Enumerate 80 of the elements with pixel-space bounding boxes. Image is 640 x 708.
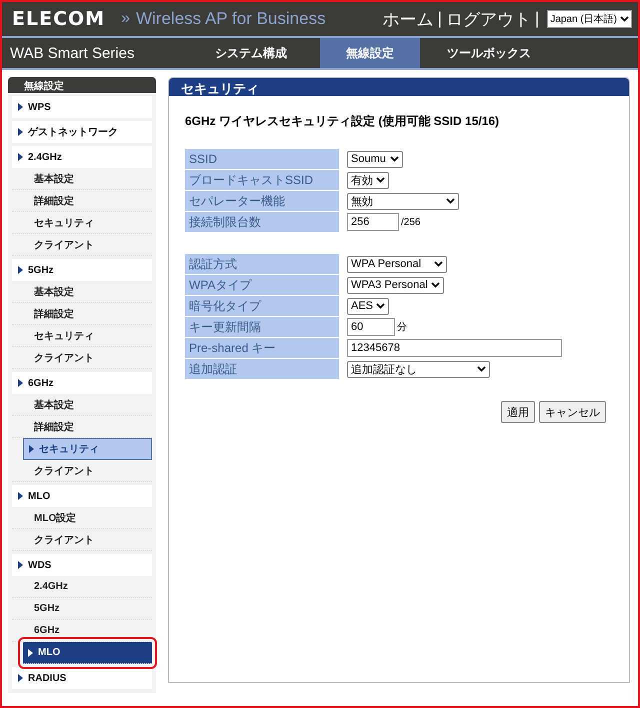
sidebar-item[interactable]: 2.4GHz — [12, 576, 152, 598]
dropdown[interactable]: AES — [347, 298, 389, 314]
language-select[interactable]: Japan (日本語) — [547, 10, 632, 28]
chevron-icon — [446, 198, 455, 204]
field-label: キー更新間隔 — [185, 317, 339, 337]
sidebar-group[interactable]: WDS — [12, 554, 152, 576]
field-label: WPAタイプ — [185, 275, 339, 295]
input-field[interactable]: 60 — [347, 318, 395, 336]
nav-tab[interactable]: 無線設定 — [320, 38, 420, 68]
panel-title: セキュリティ — [169, 78, 629, 96]
separator-text: | — [534, 9, 540, 29]
chevron-icon — [477, 366, 486, 372]
input-field[interactable]: 256 — [347, 213, 399, 231]
field-label: 追加認証 — [185, 359, 339, 379]
form-button[interactable]: 適用 — [501, 401, 535, 423]
sidebar-group[interactable]: ゲストネットワーク — [12, 121, 152, 143]
sidebar-group[interactable]: 2.4GHz — [12, 146, 152, 168]
chevron-icon — [431, 282, 440, 288]
triangle-icon — [18, 266, 23, 274]
triangle-icon — [18, 379, 23, 387]
section-heading: 6GHz ワイヤレスセキュリティ設定 (使用可能 SSID 15/16) — [185, 113, 500, 130]
chevron-icon — [376, 303, 385, 309]
header-link[interactable]: ログアウト — [446, 8, 531, 30]
dropdown[interactable]: Soumu — [347, 150, 403, 168]
dropdown[interactable]: 無効 — [347, 192, 459, 210]
chevron-icon — [390, 156, 399, 162]
field-label: セパレーター機能 — [185, 191, 339, 211]
header-link[interactable]: ホーム — [382, 8, 434, 30]
triangle-icon — [28, 648, 33, 656]
form-button[interactable]: キャンセル — [539, 401, 606, 423]
nav-tab[interactable]: システム構成 — [202, 38, 300, 68]
sidebar-item[interactable]: クライアント — [12, 234, 152, 256]
series-name: WAB Smart Series — [9, 44, 136, 62]
sidebar-item[interactable]: セキュリティ — [23, 438, 152, 460]
sidebar-item[interactable]: 詳細設定 — [12, 190, 152, 212]
breadcrumb-separator: » — [121, 10, 130, 28]
dropdown[interactable]: 追加認証なし — [347, 360, 490, 378]
sidebar-group[interactable]: 5GHz — [12, 259, 152, 281]
sidebar-item[interactable]: 詳細設定 — [12, 303, 152, 325]
triangle-icon — [29, 445, 34, 453]
sidebar-group[interactable]: RADIUS — [12, 667, 152, 689]
sidebar-title: 無線設定 — [8, 77, 156, 93]
triangle-icon — [18, 103, 23, 111]
dropdown[interactable]: 有効 — [347, 172, 389, 188]
product-title: Wireless AP for Business — [136, 9, 326, 29]
field-label: ブロードキャストSSID — [185, 170, 339, 190]
sidebar-item[interactable]: クライアント — [12, 529, 152, 551]
triangle-icon — [18, 128, 23, 136]
nav-tab[interactable]: ツールボックス — [440, 38, 538, 68]
logo: ELECOM — [12, 8, 106, 30]
sidebar-item[interactable]: 基本設定 — [12, 281, 152, 303]
dropdown[interactable]: WPA Personal — [347, 256, 447, 272]
dropdown[interactable]: WPA3 Personal — [347, 276, 444, 294]
field-label: SSID — [185, 149, 339, 169]
triangle-icon — [18, 674, 23, 682]
sidebar-group[interactable]: MLO — [12, 485, 152, 507]
field-label: 暗号化タイプ — [185, 296, 339, 316]
triangle-icon — [18, 561, 23, 569]
sidebar-item[interactable]: セキュリティ — [12, 212, 152, 234]
chevron-icon — [434, 261, 443, 267]
sidebar-group[interactable]: 6GHz — [12, 372, 152, 394]
sidebar-item[interactable]: クライアント — [12, 347, 152, 369]
triangle-icon — [18, 492, 23, 500]
chevron-icon — [376, 177, 385, 183]
sidebar-group[interactable]: WPS — [12, 96, 152, 118]
sidebar-item[interactable]: 基本設定 — [12, 168, 152, 190]
unit-label: /256 — [401, 216, 420, 228]
input-field[interactable]: 12345678 — [347, 339, 562, 357]
separator-text: | — [437, 9, 442, 29]
field-label: 認証方式 — [185, 254, 339, 274]
triangle-icon — [18, 153, 23, 161]
sidebar-item[interactable]: セキュリティ — [12, 325, 152, 347]
chevron-icon — [620, 16, 629, 22]
unit-label: 分 — [397, 321, 407, 334]
field-label: Pre-shared キー — [185, 338, 339, 358]
sidebar-item[interactable]: 5GHz — [12, 598, 152, 620]
sidebar-item[interactable]: 基本設定 — [12, 394, 152, 416]
sidebar-item[interactable]: MLO設定 — [12, 507, 152, 529]
field-label: 接続制限台数 — [185, 212, 339, 232]
sidebar-item[interactable]: クライアント — [12, 460, 152, 482]
